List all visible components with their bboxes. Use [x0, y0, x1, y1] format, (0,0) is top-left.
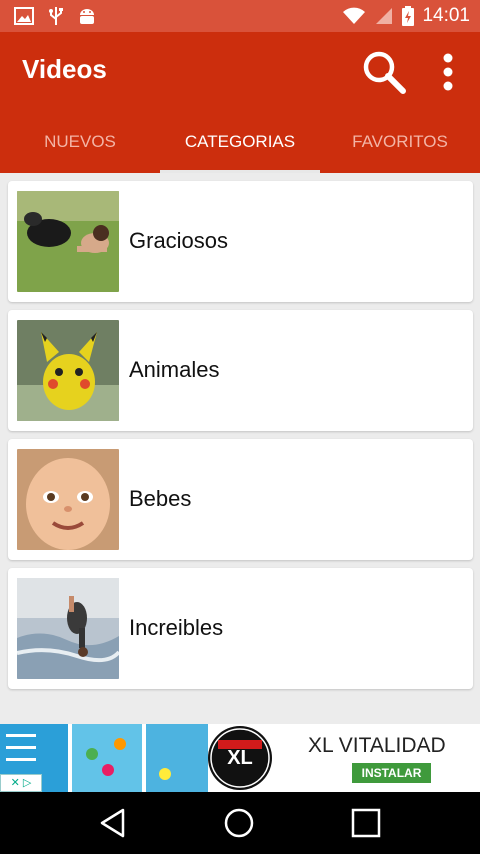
category-card-bebes[interactable]: Bebes — [8, 439, 473, 560]
battery-icon — [402, 6, 415, 26]
tab-bar: NUEVOS CATEGORIAS FAVORITOS — [0, 124, 480, 173]
category-card-increibles[interactable]: Increibles — [8, 568, 473, 689]
tab-nuevos[interactable]: NUEVOS — [0, 124, 160, 173]
category-list: Graciosos Animales Bebes Increibles — [8, 181, 473, 697]
more-options-icon[interactable] — [436, 50, 460, 94]
tab-categorias[interactable]: CATEGORIAS — [160, 124, 320, 173]
ad-banner[interactable]: XL XL VITALIDAD INSTALAR ✕ ▷ — [0, 724, 480, 792]
category-thumbnail — [17, 578, 119, 679]
category-label: Graciosos — [129, 228, 229, 253]
image-notification-icon — [14, 7, 34, 25]
category-label: Increibles — [129, 615, 224, 640]
category-label: Bebes — [129, 486, 192, 511]
android-debug-icon — [80, 9, 94, 24]
wifi-icon — [343, 7, 366, 24]
page-title: Videos — [22, 54, 107, 84]
adchoices-icon[interactable]: ✕ ▷ — [0, 774, 42, 792]
tab-favoritos[interactable]: FAVORITOS — [320, 124, 480, 173]
category-card-graciosos[interactable]: Graciosos — [8, 181, 473, 302]
ad-install-button[interactable]: INSTALAR — [352, 763, 431, 783]
ad-headline: XL VITALIDAD — [308, 734, 446, 757]
search-icon[interactable] — [362, 50, 406, 94]
system-navigation-bar — [0, 792, 480, 854]
app-bar: Videos NUEVOS CATEGORIAS FAVORITOS — [0, 32, 480, 173]
category-thumbnail — [17, 449, 119, 550]
category-thumbnail — [17, 320, 119, 421]
category-card-animales[interactable]: Animales — [8, 310, 473, 431]
usb-icon — [49, 7, 63, 25]
back-icon[interactable] — [97, 807, 129, 839]
category-label: Animales — [129, 357, 220, 382]
svg-text:XL: XL — [227, 747, 253, 769]
clock: 14:01 — [422, 5, 470, 26]
recents-icon[interactable] — [350, 807, 382, 839]
category-thumbnail — [17, 191, 119, 292]
home-icon[interactable] — [223, 807, 255, 839]
status-bar: 14:01 — [0, 0, 480, 32]
signal-icon — [376, 8, 393, 24]
